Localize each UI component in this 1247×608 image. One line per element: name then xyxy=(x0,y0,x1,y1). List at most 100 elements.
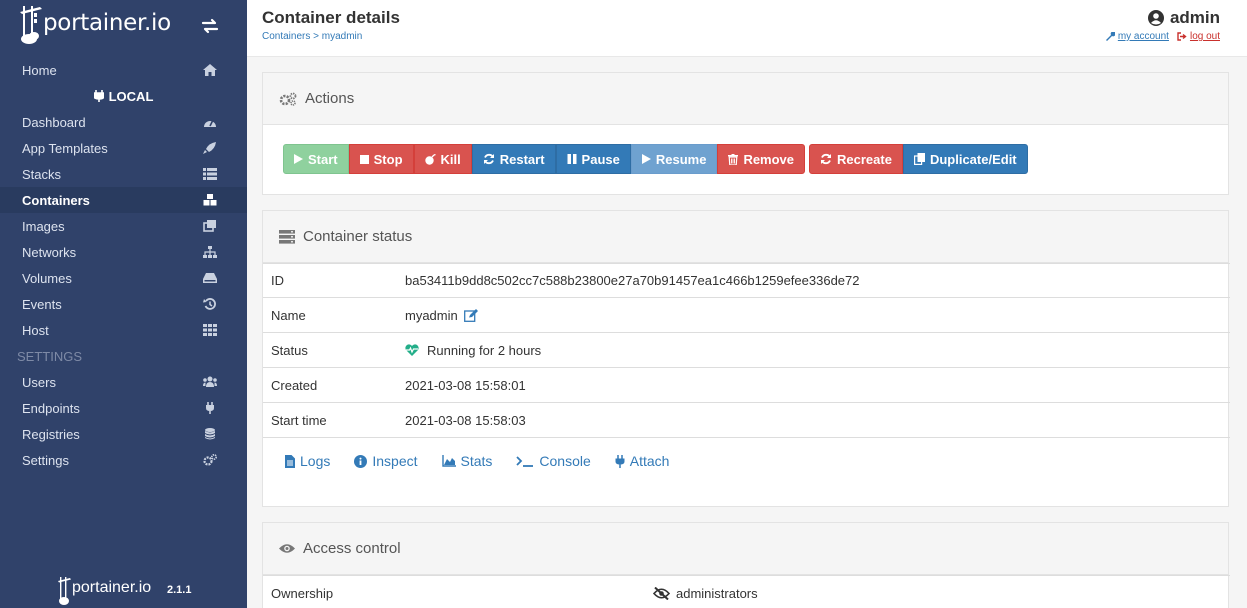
row-key-status: Status xyxy=(271,342,308,358)
ownership-key: Ownership xyxy=(271,586,334,601)
endpoint-title: LOCAL xyxy=(0,83,247,109)
play-icon xyxy=(641,154,651,164)
table-row: Created 2021-03-08 15:58:01 xyxy=(263,368,1230,403)
attach-link[interactable]: Attach xyxy=(615,453,669,469)
sidebar-item-events[interactable]: Events xyxy=(0,291,247,317)
row-key-name: Name xyxy=(271,307,306,323)
sidebar-item-registries[interactable]: Registries xyxy=(0,421,247,447)
rocket-icon xyxy=(203,142,216,154)
play-icon xyxy=(294,154,303,164)
access-control-widget: Access control Ownership administrators xyxy=(262,522,1230,608)
sidebar-item-label: Volumes xyxy=(22,270,72,286)
users-icon xyxy=(203,376,217,387)
user-display: admin xyxy=(1147,8,1220,28)
start-button[interactable]: Start xyxy=(283,144,349,174)
username: admin xyxy=(1169,8,1220,27)
file-text-icon xyxy=(285,454,295,468)
sidebar-item-stacks[interactable]: Stacks xyxy=(0,161,247,187)
sidebar-item-app-templates[interactable]: App Templates xyxy=(0,135,247,161)
table-row: Start time 2021-03-08 15:58:03 xyxy=(263,403,1230,438)
container-id-value: ba53411b9dd8c502cc7c588b23800e27a70b9145… xyxy=(405,273,860,288)
refresh-icon xyxy=(483,153,494,165)
sidebar-item-networks[interactable]: Networks xyxy=(0,239,247,265)
sidebar-item-users[interactable]: Users xyxy=(0,369,247,395)
history-icon xyxy=(203,298,216,310)
sidebar-item-label: Networks xyxy=(22,244,77,260)
cubes-icon xyxy=(203,194,217,206)
heartbeat-icon xyxy=(405,344,419,356)
cogs-icon xyxy=(279,92,297,106)
edit-name-icon[interactable] xyxy=(463,308,478,322)
page-header: Container details Containers > myadmin a… xyxy=(247,0,1247,57)
eye-icon xyxy=(279,544,295,553)
th-icon xyxy=(203,324,217,336)
toggle-sidebar-icon[interactable] xyxy=(201,18,219,34)
sidebar-item-home[interactable]: Home xyxy=(0,57,247,83)
pause-button[interactable]: Pause xyxy=(555,144,631,174)
sidebar-footer: portainer.io 2.1.1 xyxy=(58,576,228,606)
sidebar-item-volumes[interactable]: Volumes xyxy=(0,265,247,291)
sidebar-item-endpoints[interactable]: Endpoints xyxy=(0,395,247,421)
inspect-link[interactable]: Inspect xyxy=(354,453,418,469)
table-row: ID ba53411b9dd8c502cc7c588b23800e27a70b9… xyxy=(263,263,1230,298)
tachometer-icon xyxy=(204,119,216,127)
sidebar-item-host[interactable]: Host xyxy=(0,317,247,343)
access-control-header: Access control xyxy=(263,523,1228,575)
user-circle-icon xyxy=(1147,10,1164,26)
crane-logo-icon xyxy=(20,6,42,44)
bomb-icon xyxy=(424,153,436,165)
table-row: Status Running for 2 hours xyxy=(263,333,1230,368)
home-icon xyxy=(203,64,217,76)
duplicate-edit-button[interactable]: Duplicate/Edit xyxy=(902,144,1028,174)
sign-out-icon xyxy=(1177,32,1187,41)
table-row: Ownership administrators xyxy=(263,575,1230,608)
sidebar-item-label: Registries xyxy=(22,426,80,442)
breadcrumb-current[interactable]: myadmin xyxy=(322,31,363,42)
sidebar-item-dashboard[interactable]: Dashboard xyxy=(0,109,247,135)
sidebar-item-label: Images xyxy=(22,218,65,234)
container-status-value: Running for 2 hours xyxy=(405,343,541,358)
sidebar-item-label: Events xyxy=(22,296,62,312)
portainer-logo[interactable]: portainer.io xyxy=(20,4,200,48)
footer-brand-name: portainer.io xyxy=(72,579,152,596)
ownership-value: administrators xyxy=(653,586,758,601)
container-status-title: Container status xyxy=(303,228,413,245)
sidebar-item-label: Stacks xyxy=(22,166,62,182)
container-status-header: Container status xyxy=(263,211,1228,263)
actions-button-group: Start Stop Kill Restart Pause Resume Rem… xyxy=(283,144,1028,174)
logs-link[interactable]: Logs xyxy=(285,453,330,469)
container-created-value: 2021-03-08 15:58:01 xyxy=(405,377,526,393)
sidebar-item-containers[interactable]: Containers xyxy=(0,187,247,213)
my-account-link[interactable]: my account xyxy=(1105,31,1169,42)
log-out-link[interactable]: log out xyxy=(1177,31,1220,42)
container-links: Logs Inspect Stats Console Attach xyxy=(285,453,669,469)
remove-button[interactable]: Remove xyxy=(717,144,806,174)
wrench-icon xyxy=(1105,32,1115,41)
cogs-icon xyxy=(203,454,217,466)
sidebar-item-images[interactable]: Images xyxy=(0,213,247,239)
table-row: Name myadmin xyxy=(263,298,1230,333)
th-list-icon xyxy=(203,168,217,180)
user-links: my account log out xyxy=(1105,31,1220,42)
stop-button[interactable]: Stop xyxy=(348,144,414,174)
row-key-created: Created xyxy=(271,377,318,393)
container-name-value: myadmin xyxy=(405,308,478,323)
sidebar-item-label: App Templates xyxy=(22,140,108,156)
sidebar-item-label: Dashboard xyxy=(22,114,86,130)
info-circle-icon xyxy=(354,454,368,468)
stats-link[interactable]: Stats xyxy=(441,453,492,469)
recreate-button[interactable]: Recreate xyxy=(809,144,903,174)
refresh-icon xyxy=(821,153,832,165)
resume-button[interactable]: Resume xyxy=(630,144,718,174)
restart-button[interactable]: Restart xyxy=(471,144,556,174)
actions-widget-header: Actions xyxy=(263,73,1228,125)
sidebar-item-settings[interactable]: Settings xyxy=(0,447,247,473)
sidebar-item-label: Settings xyxy=(22,452,69,468)
console-link[interactable]: Console xyxy=(516,453,591,469)
crane-logo-icon xyxy=(58,577,71,605)
server-icon xyxy=(279,229,295,244)
row-key-id: ID xyxy=(271,273,284,288)
kill-button[interactable]: Kill xyxy=(413,144,472,174)
breadcrumb-containers-link[interactable]: Containers xyxy=(262,31,310,42)
copy-icon xyxy=(913,153,925,165)
